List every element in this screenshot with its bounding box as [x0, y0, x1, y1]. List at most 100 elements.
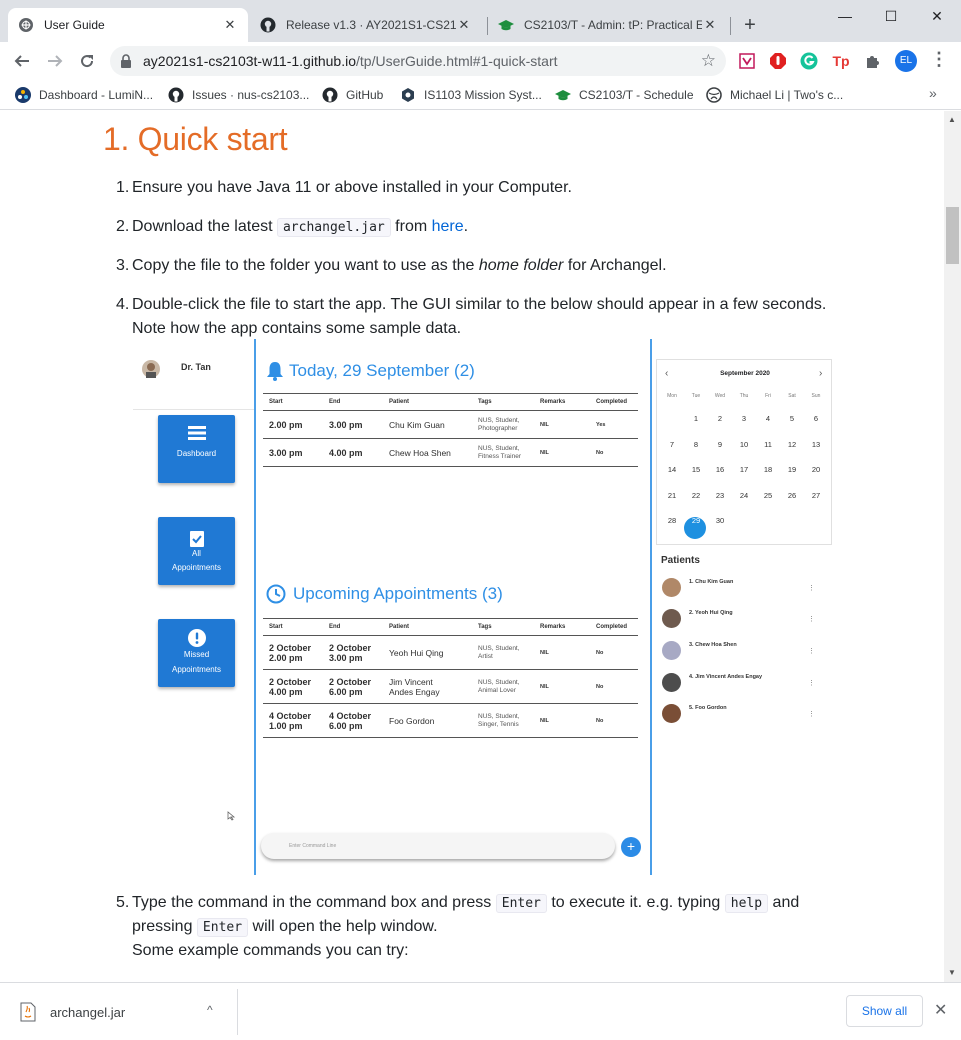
maximize-button[interactable]: ☐ — [868, 4, 914, 28]
table-row[interactable]: 3.00 pm 4.00 pm Chew Hoa Shen NUS, Stude… — [263, 438, 638, 467]
patient-item[interactable]: 3. Chew Hoa Shen ⋮ — [662, 641, 815, 660]
scrollbar-thumb[interactable] — [946, 207, 959, 264]
calendar-day[interactable]: 19 — [781, 465, 803, 474]
download-link[interactable]: here — [432, 218, 464, 235]
tab-release[interactable]: Release v1.3 · AY2021S1-CS2103T ✕ — [250, 8, 482, 42]
table-row[interactable]: 2 October 2.00 pm 2 October 3.00 pm Yeoh H… — [263, 635, 638, 670]
calendar-day[interactable]: 27 — [805, 491, 827, 500]
calendar-day[interactable]: 11 — [757, 440, 779, 449]
tab-admin[interactable]: CS2103/T - Admin: tP: Practical E ✕ — [488, 8, 728, 42]
more-menu-icon[interactable]: ⋮ — [930, 49, 948, 70]
shield-extension-icon[interactable] — [737, 51, 757, 71]
more-options-icon[interactable]: ⋮ — [808, 584, 815, 592]
calendar-day[interactable]: 29 — [685, 516, 707, 525]
more-options-icon[interactable]: ⋮ — [808, 647, 815, 655]
close-tab-icon[interactable]: ✕ — [456, 17, 472, 33]
cell-completed: No — [590, 635, 638, 670]
patient-item[interactable]: 4. Jim Vincent Andes Engay ⋮ — [662, 673, 815, 692]
tab-user-guide[interactable]: User Guide ✕ — [8, 8, 248, 42]
calendar-day[interactable]: 24 — [733, 491, 755, 500]
chevron-up-icon[interactable]: ^ — [207, 1003, 213, 1017]
close-window-button[interactable]: ✕ — [914, 4, 960, 28]
calendar-day[interactable]: 20 — [805, 465, 827, 474]
close-download-bar-icon[interactable]: ✕ — [934, 1000, 947, 1020]
nav-label: Appointments — [172, 563, 221, 572]
scroll-up-icon[interactable]: ▲ — [948, 115, 956, 124]
tags-line: Artist — [478, 652, 493, 660]
reload-button[interactable] — [75, 49, 99, 73]
page-scrollbar[interactable]: ▲ ▼ — [944, 111, 961, 982]
calendar-day[interactable]: 23 — [709, 491, 731, 500]
back-button[interactable] — [10, 49, 34, 73]
calendar-day[interactable]: 15 — [685, 465, 707, 474]
scroll-down-icon[interactable]: ▼ — [948, 968, 956, 977]
calendar-day[interactable]: 30 — [709, 516, 731, 525]
bookmark-schedule[interactable]: CS2103/T - Schedule — [555, 85, 694, 105]
bookmark-is1103[interactable]: IS1103 Mission Syst... — [400, 85, 542, 105]
bookmark-star-icon[interactable]: ☆ — [701, 46, 716, 76]
calendar-day[interactable]: 22 — [685, 491, 707, 500]
close-tab-icon[interactable]: ✕ — [702, 17, 718, 33]
patient-item[interactable]: 2. Yeoh Hui Qing ⋮ — [662, 609, 815, 628]
puzzle-icon[interactable] — [863, 51, 883, 71]
calendar-day[interactable]: 8 — [685, 440, 707, 449]
calendar-day[interactable]: 28 — [661, 516, 683, 525]
calendar-day[interactable]: 14 — [661, 465, 683, 474]
command-input[interactable]: Enter Command Line — [261, 833, 615, 859]
time-line: 6.00 pm — [329, 720, 363, 731]
calendar-day[interactable]: 25 — [757, 491, 779, 500]
calendar-day[interactable]: 3 — [733, 414, 755, 423]
calendar-day[interactable]: 17 — [733, 465, 755, 474]
step-number: 1. — [116, 179, 130, 196]
calendar-day[interactable]: 5 — [781, 414, 803, 423]
calendar-day[interactable]: 10 — [733, 440, 755, 449]
table-row[interactable]: 2 October 4.00 pm 2 October 6.00 pm Jim Vi… — [263, 669, 638, 704]
more-options-icon[interactable]: ⋮ — [808, 615, 815, 623]
minimize-button[interactable]: — — [822, 4, 868, 28]
grammarly-icon[interactable] — [799, 51, 819, 71]
address-bar[interactable]: ay2021s1-cs2103t-w11-1.github.io/tp/User… — [110, 46, 726, 76]
page-heading: 1. Quick start — [103, 121, 288, 157]
tp-extension-icon[interactable]: Tp — [831, 51, 851, 71]
table-row[interactable]: 2.00 pm 3.00 pm Chu Kim Guan NUS, Studen… — [263, 410, 638, 439]
forward-button[interactable] — [43, 49, 67, 73]
calendar-day[interactable]: 18 — [757, 465, 779, 474]
table-row[interactable]: 4 October 1.00 pm 4 October 6.00 pm Foo Go… — [263, 703, 638, 738]
show-all-button[interactable]: Show all — [846, 995, 923, 1027]
bookmark-github[interactable]: GitHub — [322, 85, 383, 105]
add-button[interactable]: + — [621, 837, 641, 857]
cell-end: 3.00 pm — [323, 410, 383, 439]
bookmark-dashboard[interactable]: Dashboard - LumiN... — [15, 85, 153, 105]
bookmarks-overflow-button[interactable]: » — [929, 85, 937, 101]
calendar-day[interactable]: 16 — [709, 465, 731, 474]
calendar-day[interactable]: 7 — [661, 440, 683, 449]
calendar-day[interactable]: 13 — [805, 440, 827, 449]
divider — [254, 339, 256, 875]
patient-item[interactable]: 1. Chu Kim Guan ⋮ — [662, 578, 815, 597]
close-tab-icon[interactable]: ✕ — [222, 17, 238, 33]
inline-code: archangel.jar — [276, 218, 391, 237]
new-tab-button[interactable]: + — [738, 14, 762, 36]
calendar-next-button[interactable]: › — [819, 368, 822, 379]
calendar-day[interactable]: 21 — [661, 491, 683, 500]
download-item[interactable]: archangel.jar — [20, 1002, 125, 1022]
nav-missed-appointments[interactable]: Missed Appointments — [158, 619, 235, 687]
calendar-day[interactable]: 4 — [757, 414, 779, 423]
patient-item[interactable]: 5. Foo Gordon ⋮ — [662, 704, 815, 723]
nav-all-appointments[interactable]: All Appointments — [158, 517, 235, 585]
bookmark-issues[interactable]: Issues · nus-cs2103... — [168, 85, 309, 105]
bookmark-michael-li[interactable]: Michael Li | Two's c... — [706, 85, 843, 105]
adblock-icon[interactable] — [768, 51, 788, 71]
calendar-day[interactable]: 12 — [781, 440, 803, 449]
nav-dashboard[interactable]: Dashboard — [158, 415, 235, 483]
more-options-icon[interactable]: ⋮ — [808, 710, 815, 718]
calendar-day[interactable]: 1 — [685, 414, 707, 423]
calendar-day[interactable]: 6 — [805, 414, 827, 423]
calendar-day[interactable]: 9 — [709, 440, 731, 449]
calendar-day[interactable]: 2 — [709, 414, 731, 423]
more-options-icon[interactable]: ⋮ — [808, 679, 815, 687]
profile-avatar[interactable]: EL — [895, 50, 917, 72]
browser-toolbar: ay2021s1-cs2103t-w11-1.github.io/tp/User… — [0, 42, 961, 80]
calendar-day[interactable]: 26 — [781, 491, 803, 500]
upcoming-table: Start End Patient Tags Remarks Completed… — [263, 618, 638, 738]
